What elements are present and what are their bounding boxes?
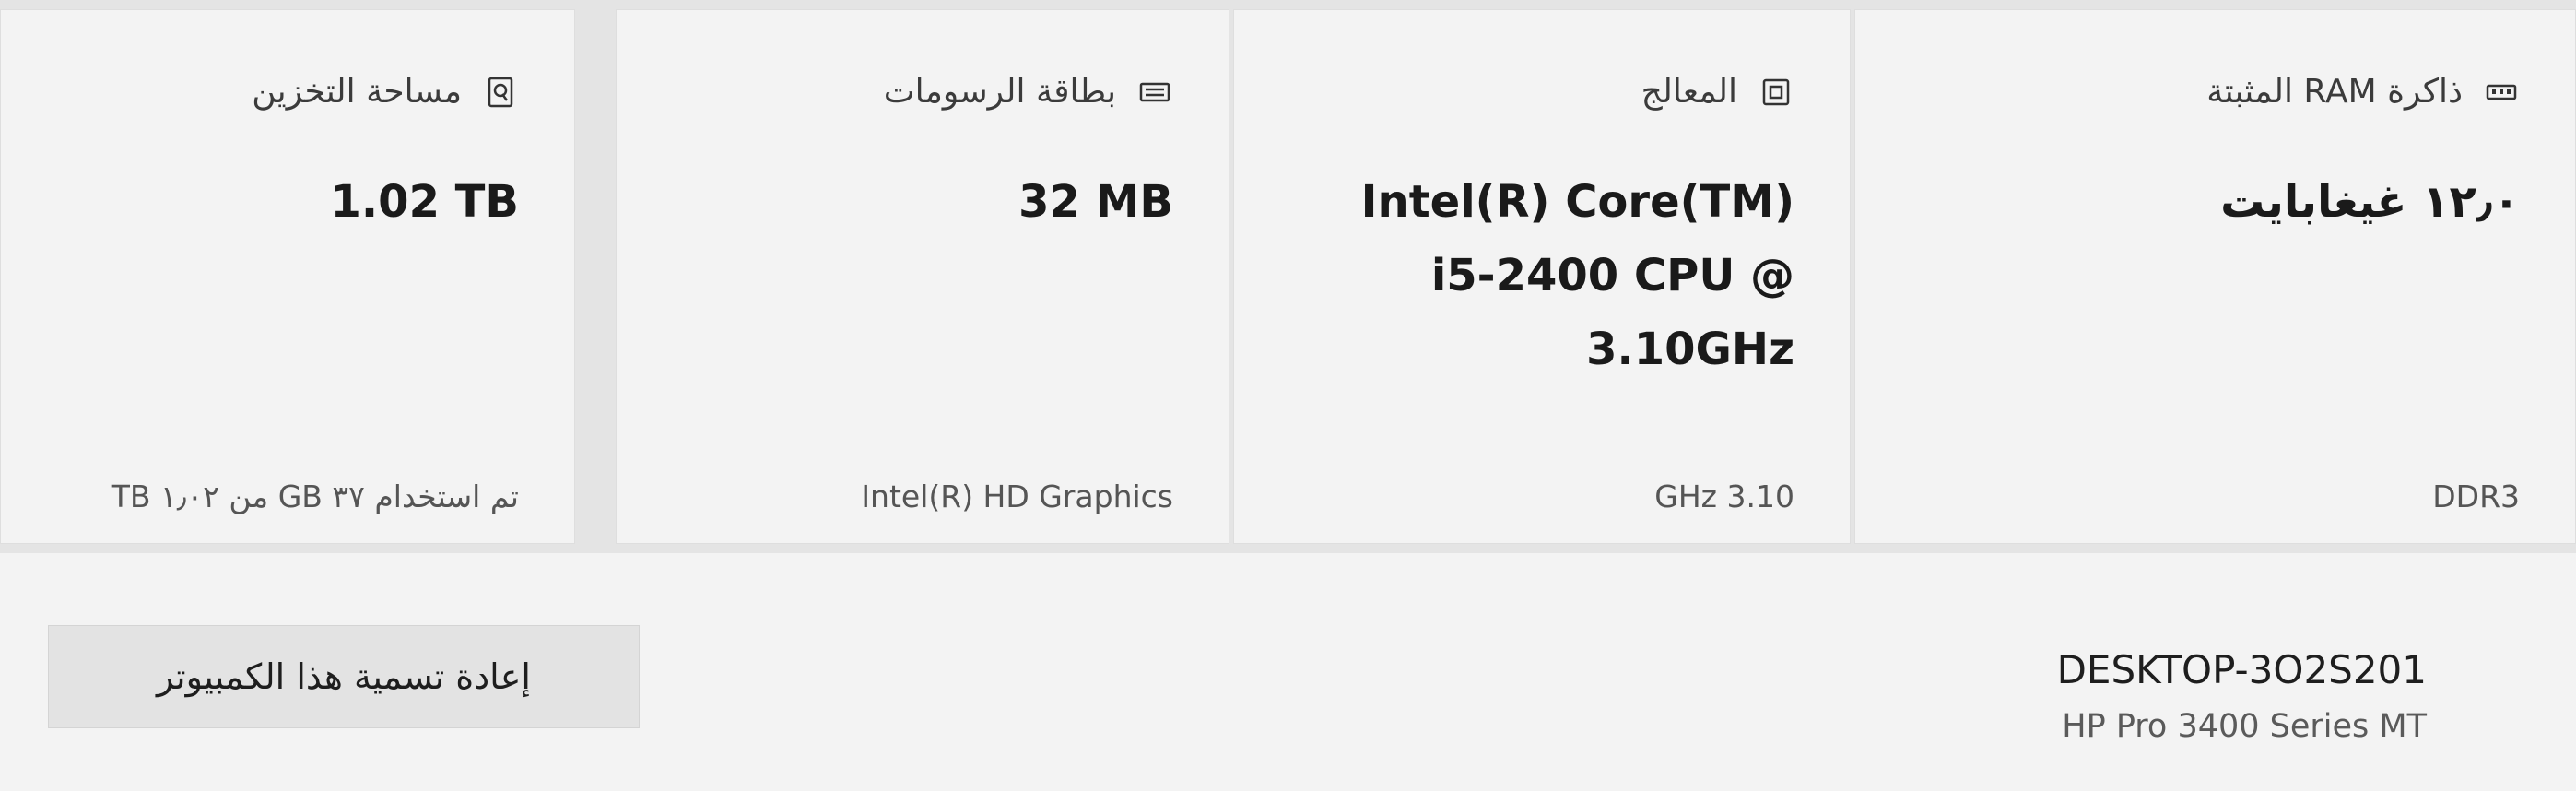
device-name: DESKTOP-3O2S201	[2056, 647, 2427, 692]
storage-card: مساحة التخزين 1.02 TB تم استخدام ٣٧ GB م…	[0, 9, 575, 544]
storage-value: 1.02 TB	[330, 176, 519, 228]
cpu-value: Intel(R) Core(TM) i5-2400 CPU @ 3.10GHz	[1360, 176, 1794, 375]
ram-detail: DDR3	[2432, 478, 2520, 514]
gpu-header: بطاقة الرسومات	[884, 73, 1173, 111]
ram-card: ذاكرة RAM المثبتة ١٢٫٠ غيغابايت DDR3	[1854, 9, 2576, 544]
storage-header: مساحة التخزين	[252, 73, 519, 111]
storage-icon	[488, 77, 513, 107]
cpu-card: المعالج Intel(R) Core(TM) i5-2400 CPU @ …	[1233, 9, 1851, 544]
cpu-header: المعالج	[1641, 73, 1794, 111]
device-model: HP Pro 3400 Series MT	[2062, 708, 2427, 745]
cpu-title: المعالج	[1641, 73, 1737, 111]
storage-title: مساحة التخزين	[252, 73, 462, 111]
gpu-detail: Intel(R) HD Graphics	[861, 478, 1173, 514]
ram-header: ذاكرة RAM المثبتة	[2206, 73, 2520, 111]
cpu-detail: 3.10 GHz	[1654, 478, 1794, 514]
memory-icon	[2486, 84, 2517, 100]
gpu-value: 32 MB	[1018, 176, 1173, 228]
gpu-title: بطاقة الرسومات	[883, 73, 1116, 111]
storage-detail: تم استخدام ٣٧ GB من ١٫٠٢ TB	[111, 478, 519, 514]
gpu-card: بطاقة الرسومات 32 MB Intel(R) HD Graphic…	[616, 9, 1229, 544]
graphics-card-icon	[1139, 82, 1170, 101]
processor-icon	[1762, 78, 1790, 105]
ram-title: ذاكرة RAM المثبتة	[2206, 73, 2463, 111]
ram-value: ١٢٫٠ غيغابايت	[2220, 176, 2520, 228]
rename-pc-button[interactable]: إعادة تسمية هذا الكمبيوتر	[48, 625, 640, 728]
